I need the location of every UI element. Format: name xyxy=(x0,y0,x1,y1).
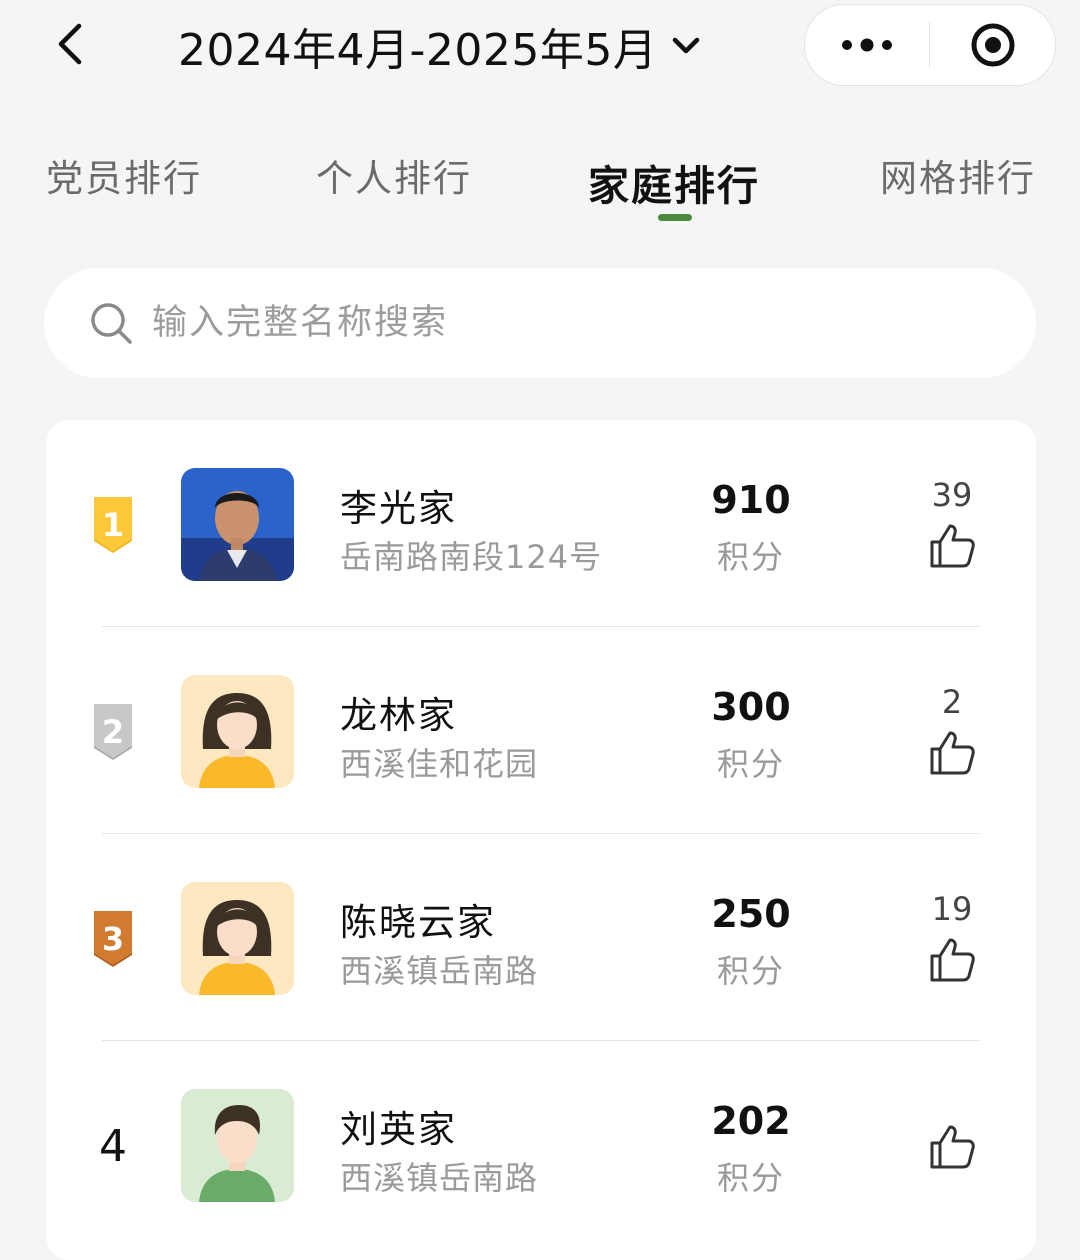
list-item[interactable]: 2 龙林家 西溪佳和花园 300 积分 2 xyxy=(46,627,1036,834)
like-button[interactable] xyxy=(926,934,978,986)
more-icon xyxy=(842,38,892,52)
thumbs-up-icon xyxy=(930,1125,975,1169)
like-button[interactable] xyxy=(926,727,978,779)
ranking-list: 1 李光家 岳南路南段124号 910 积分 39 2 龙林家 西溪佳和花园 3… xyxy=(46,420,1036,1260)
tab-grid[interactable]: 网格排行 xyxy=(880,148,1036,202)
rank-badge-gold: 1 xyxy=(86,490,140,560)
search-input[interactable] xyxy=(150,302,974,344)
thumbs-up-icon xyxy=(930,524,975,568)
rank-plain: 4 xyxy=(86,1111,140,1181)
score-value: 300 xyxy=(711,685,791,729)
family-address: 西溪镇岳南路 xyxy=(340,1159,539,1197)
score-value: 250 xyxy=(711,892,791,936)
medal-2-icon: 2 xyxy=(94,704,132,760)
thumbs-up-icon xyxy=(930,938,975,982)
female-avatar-icon xyxy=(181,675,294,788)
more-button[interactable] xyxy=(805,5,929,85)
family-name: 陈晓云家 xyxy=(340,901,496,944)
target-icon xyxy=(971,23,1014,67)
list-item[interactable]: 3 陈晓云家 西溪镇岳南路 250 积分 19 xyxy=(46,834,1036,1041)
tab-individual[interactable]: 个人排行 xyxy=(316,148,472,202)
like-button[interactable] xyxy=(926,1121,978,1173)
avatar-photo xyxy=(181,468,294,581)
family-address: 西溪佳和花园 xyxy=(340,745,539,783)
top-bar: 2024年4月-2025年5月 xyxy=(0,0,1080,100)
date-range-label: 2024年4月-2025年5月 xyxy=(178,25,658,76)
ranking-tabs: 党员排行 个人排行 家庭排行 网格排行 xyxy=(0,130,1080,230)
chevron-down-icon xyxy=(673,37,700,54)
back-icon xyxy=(58,23,82,65)
list-item[interactable]: 4 刘英家 西溪镇岳南路 202 积分 xyxy=(46,1041,1036,1248)
medal-1-icon: 1 xyxy=(94,497,132,553)
family-name: 刘英家 xyxy=(340,1108,457,1151)
family-name: 龙林家 xyxy=(340,694,457,737)
like-count: 39 xyxy=(931,476,973,514)
female-avatar-icon xyxy=(181,882,294,995)
rank-badge-silver: 2 xyxy=(86,697,140,767)
male-avatar-icon xyxy=(181,1089,294,1202)
score-label: 积分 xyxy=(716,745,785,783)
score-value: 910 xyxy=(711,478,791,522)
search-icon xyxy=(91,303,132,344)
score-label: 积分 xyxy=(716,1159,785,1197)
rank-badge-bronze: 3 xyxy=(86,904,140,974)
avatar xyxy=(181,882,294,995)
avatar xyxy=(181,1089,294,1202)
rank-number: 4 xyxy=(99,1120,127,1172)
miniprogram-capsule xyxy=(804,4,1056,86)
tab-party-member[interactable]: 党员排行 xyxy=(46,148,202,202)
date-range-selector[interactable]: 2024年4月-2025年5月 xyxy=(178,16,701,76)
rank-number: 1 xyxy=(102,506,124,544)
active-tab-indicator xyxy=(658,214,692,221)
medal-3-icon: 3 xyxy=(94,911,132,967)
family-address: 岳南路南段124号 xyxy=(340,538,603,576)
rank-number: 2 xyxy=(102,713,124,751)
back-button[interactable] xyxy=(48,22,92,66)
thumbs-up-icon xyxy=(930,731,975,775)
like-count: 2 xyxy=(941,683,963,721)
family-name: 李光家 xyxy=(340,487,457,530)
family-address: 西溪镇岳南路 xyxy=(340,952,539,990)
rank-number: 3 xyxy=(102,920,124,958)
like-count: 19 xyxy=(931,890,973,928)
score-value: 202 xyxy=(711,1099,791,1143)
avatar xyxy=(181,468,294,581)
close-miniprogram-button[interactable] xyxy=(930,5,1055,85)
avatar xyxy=(181,675,294,788)
like-button[interactable] xyxy=(926,520,978,572)
score-label: 积分 xyxy=(716,952,785,990)
tab-family[interactable]: 家庭排行 xyxy=(588,152,760,212)
search-bar[interactable] xyxy=(44,268,1036,378)
list-item[interactable]: 1 李光家 岳南路南段124号 910 积分 39 xyxy=(46,420,1036,627)
score-label: 积分 xyxy=(716,538,785,576)
